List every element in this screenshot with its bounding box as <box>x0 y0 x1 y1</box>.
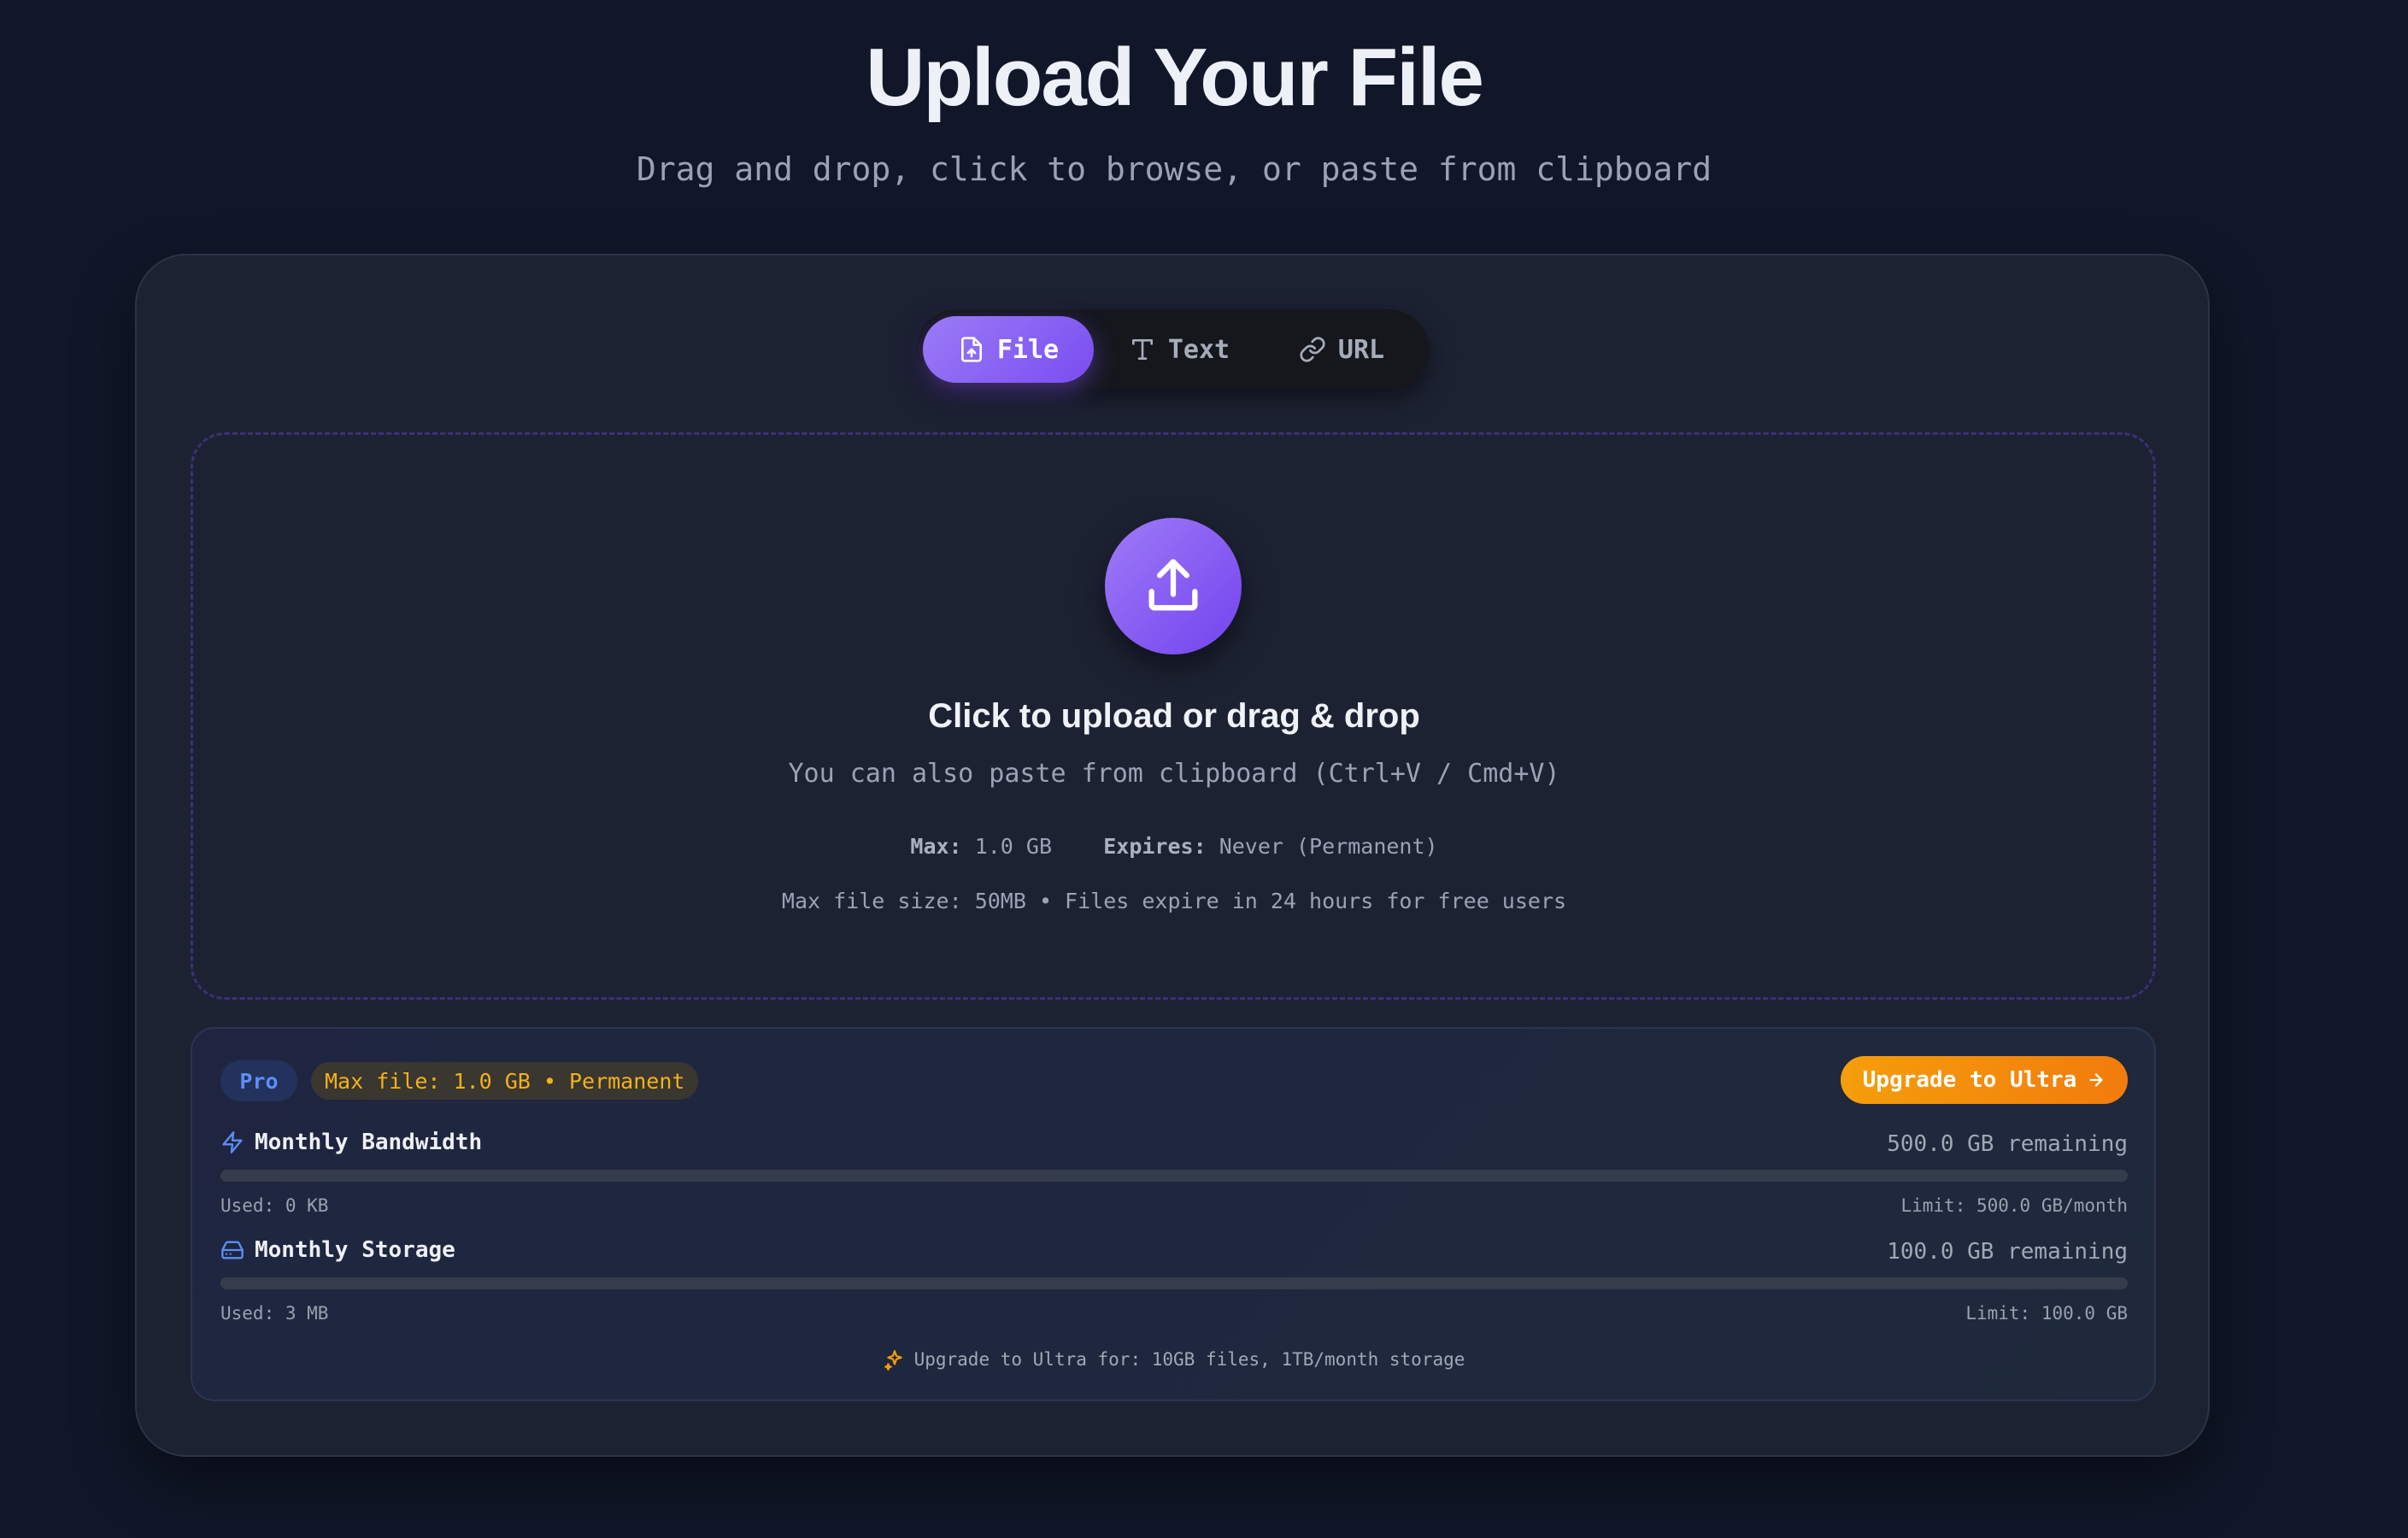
tab-url[interactable]: URL <box>1265 316 1418 383</box>
upgrade-note: Upgrade to Ultra for: 10GB files, 1TB/mo… <box>0 1348 2348 1371</box>
expires-value: Never (Permanent) <box>1219 834 1438 859</box>
upload-icon <box>1148 559 1198 611</box>
file-upload-icon <box>960 337 982 362</box>
free-user-note: Max file size: 50MB • Files expire in 24… <box>781 889 1567 913</box>
bandwidth-limit: Limit: 500.0 GB/month <box>1900 1195 2128 1216</box>
upgrade-button[interactable]: Upgrade to Ultra <box>1841 1056 2128 1104</box>
tab-text[interactable]: Text <box>1102 316 1256 383</box>
storage-label: Monthly Storage <box>255 1237 455 1263</box>
storage-limit: Limit: 100.0 GB <box>1965 1303 2128 1324</box>
hard-drive-icon <box>221 1241 244 1259</box>
arrow-right-icon <box>2089 1073 2103 1087</box>
tab-file[interactable]: File <box>923 316 1094 383</box>
link-icon <box>1300 337 1325 362</box>
storage-remaining: 100.0 GB remaining <box>1887 1239 2128 1265</box>
upload-mode-tabs: File Text URL <box>916 309 1429 390</box>
dropzone-subtitle: You can also paste from clipboard (Ctrl+… <box>788 759 1560 789</box>
storage-progress-bar <box>220 1277 2128 1289</box>
bandwidth-label: Monthly Bandwidth <box>255 1130 483 1155</box>
tab-file-label: File <box>996 334 1060 365</box>
storage-used: Used: 3 MB <box>220 1303 329 1324</box>
upload-limits: Max: 1.0 GB Expires: Never (Permanent) <box>0 834 2348 859</box>
dropzone-title: Click to upload or drag & drop <box>928 697 1420 735</box>
plan-badge: Pro <box>220 1060 297 1101</box>
max-value: 1.0 GB <box>974 834 1052 859</box>
text-icon <box>1131 339 1153 360</box>
page-subtitle: Drag and drop, click to browse, or paste… <box>636 150 1712 188</box>
max-file-badge: Max file: 1.0 GB • Permanent <box>311 1062 699 1100</box>
upgrade-note-text: Upgrade to Ultra for: 10GB files, 1TB/mo… <box>913 1349 1465 1370</box>
tab-text-label: Text <box>1167 334 1230 365</box>
sparkles-icon <box>884 1350 902 1371</box>
storage-label-row: Monthly Storage <box>220 1237 455 1263</box>
max-label: Max: <box>910 834 962 859</box>
bandwidth-used: Used: 0 KB <box>220 1195 329 1216</box>
bandwidth-remaining: 500.0 GB remaining <box>1887 1131 2128 1157</box>
tab-url-label: URL <box>1337 334 1385 365</box>
upgrade-button-label: Upgrade to Ultra <box>1862 1067 2077 1093</box>
lightning-icon <box>222 1131 243 1154</box>
upload-button[interactable] <box>1105 518 1242 655</box>
bandwidth-progress-bar <box>220 1170 2128 1182</box>
bandwidth-label-row: Monthly Bandwidth <box>220 1130 482 1155</box>
page-title: Upload Your File <box>866 32 1484 123</box>
expires-label: Expires: <box>1103 834 1207 859</box>
